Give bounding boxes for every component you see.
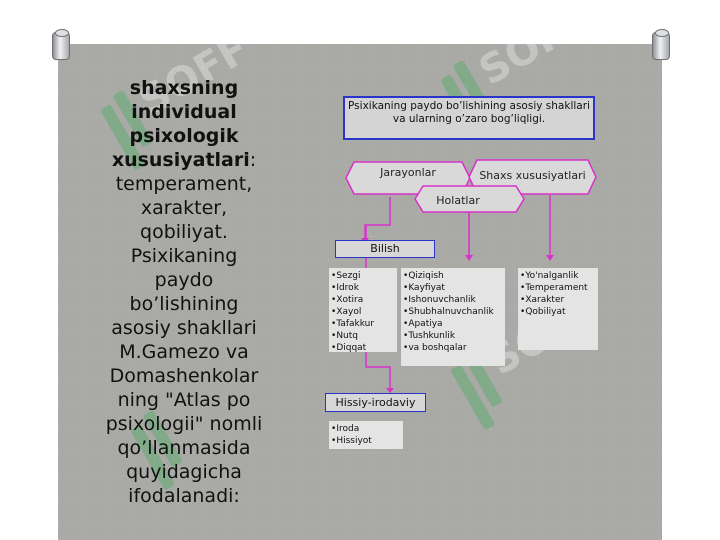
list-item: •Ishonuvchanlik (403, 295, 476, 305)
list-item: •Temperament (520, 283, 588, 293)
list-item: •Shubhalnuvchanlik (403, 307, 494, 317)
hissiy-list: •Iroda •Hissiyot (329, 421, 403, 449)
list-item: •Apatiya (403, 319, 443, 329)
list-item: •Kayfiyat (403, 283, 445, 293)
list-item: •Nutq (331, 331, 358, 341)
diagram-title-box: Psixikaning paydo bo’lishining asosiy sh… (343, 96, 595, 140)
list-item: •Iroda (331, 424, 360, 434)
list-item: •Xarakter (520, 295, 565, 305)
hissiy-box: Hissiy-irodaviy (325, 393, 426, 412)
bilish-list: •Sezgi •Idrok •Xotira •Xayol •Tafakkur •… (329, 268, 397, 353)
bilish-box: Bilish (335, 240, 435, 258)
list-item: •Xotira (331, 295, 364, 305)
holat-list: •Qiziqish •Kayfiyat •Ishonuvchanlik •Shu… (401, 268, 505, 366)
list-item: •Sezgi (331, 271, 361, 281)
list-item: •Qobiliyat (520, 307, 566, 317)
list-item: •Yo'nalganlik (520, 271, 579, 281)
jarayonlar-label: Jarayonlar (380, 166, 436, 179)
shaxs-list: •Yo'nalganlik •Temperament •Xarakter •Qo… (518, 268, 598, 350)
holatlar-label: Holatlar (436, 194, 480, 207)
list-item: •Qiziqish (403, 271, 444, 281)
shaxs-label: Shaxs xususiyatlari (479, 169, 586, 182)
list-item: •Tafakkur (331, 319, 375, 329)
list-item: •Diqqat (331, 343, 367, 353)
list-item: •Xayol (331, 307, 362, 317)
list-item: •Tushkunlik (403, 331, 456, 341)
list-item: •va boshqalar (403, 343, 467, 353)
list-item: •Idrok (331, 283, 359, 293)
list-item: •Hissiyot (331, 436, 372, 446)
